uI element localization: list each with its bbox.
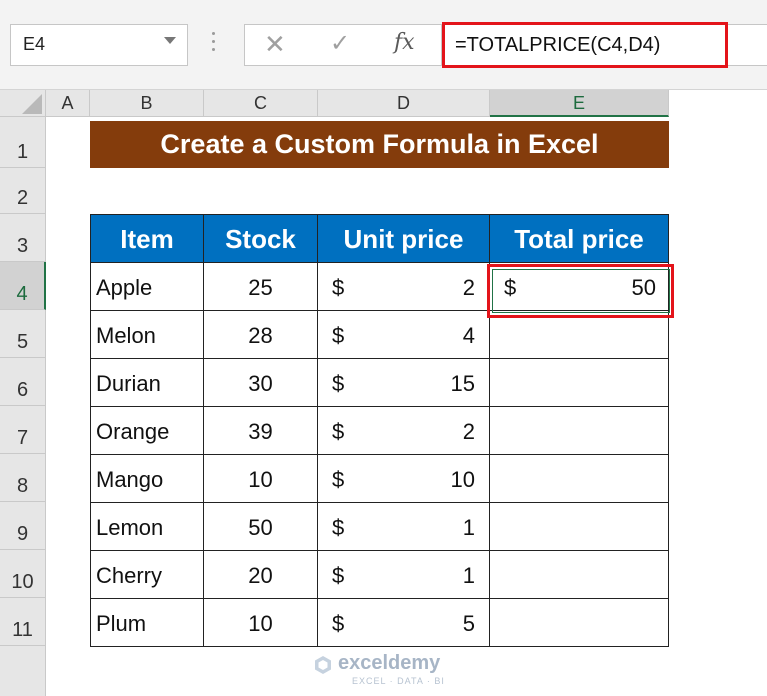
watermark-tagline: EXCEL · DATA · BI xyxy=(352,676,445,686)
cancel-icon[interactable]: ✕ xyxy=(264,30,286,58)
column-header-a[interactable]: A xyxy=(46,90,90,117)
select-all-triangle-icon xyxy=(22,94,42,114)
item-cell[interactable]: Orange xyxy=(90,407,204,455)
row-header-5[interactable]: 5 xyxy=(0,310,46,358)
currency-symbol: $ xyxy=(332,467,345,492)
item-cell[interactable]: Plum xyxy=(90,599,204,647)
total-price-cell-e4[interactable]: $ 50 xyxy=(496,272,666,310)
name-box[interactable]: E4 xyxy=(10,24,188,66)
unit-price-value: 5 xyxy=(462,611,475,636)
row-header-9[interactable]: 9 xyxy=(0,502,46,550)
unit-price-cell[interactable]: $1 xyxy=(318,503,490,551)
item-cell[interactable]: Mango xyxy=(90,455,204,503)
row-header-3[interactable]: 3 xyxy=(0,214,46,262)
watermark-name: exceldemy xyxy=(338,652,441,674)
formula-input[interactable]: =TOTALPRICE(C4,D4) xyxy=(442,22,728,68)
formula-input-extension[interactable] xyxy=(728,24,767,66)
row-header-8[interactable]: 8 xyxy=(0,454,46,502)
header-item[interactable]: Item xyxy=(90,214,204,263)
currency-symbol: $ xyxy=(332,419,345,444)
row-header-7[interactable]: 7 xyxy=(0,406,46,454)
unit-price-cell[interactable]: $2 xyxy=(318,407,490,455)
total-price-cell[interactable] xyxy=(490,599,669,647)
unit-price-value: 1 xyxy=(462,515,475,540)
row-header-10[interactable]: 10 xyxy=(0,550,46,598)
exceldemy-logo-icon xyxy=(315,656,331,674)
unit-price-cell[interactable]: $4 xyxy=(318,311,490,359)
total-price-cell[interactable] xyxy=(490,311,669,359)
currency-symbol: $ xyxy=(332,515,345,540)
cell-value: 50 xyxy=(631,275,656,300)
header-stock[interactable]: Stock xyxy=(204,214,318,263)
total-price-cell[interactable] xyxy=(490,455,669,503)
unit-price-value: 2 xyxy=(462,419,475,444)
stock-cell[interactable]: 25 xyxy=(204,263,318,311)
insert-function-icon[interactable]: fx xyxy=(394,28,415,58)
row-header-2[interactable]: 2 xyxy=(0,168,46,214)
unit-price-value: 1 xyxy=(462,563,475,588)
stock-cell[interactable]: 50 xyxy=(204,503,318,551)
stock-cell[interactable]: 10 xyxy=(204,599,318,647)
total-price-cell[interactable] xyxy=(490,359,669,407)
item-cell[interactable]: Cherry xyxy=(90,551,204,599)
currency-symbol: $ xyxy=(332,371,345,396)
sheet-title[interactable]: Create a Custom Formula in Excel xyxy=(90,121,669,168)
unit-price-cell[interactable]: $15 xyxy=(318,359,490,407)
stock-cell[interactable]: 39 xyxy=(204,407,318,455)
row-header-4[interactable]: 4 xyxy=(0,262,46,310)
item-cell[interactable]: Melon xyxy=(90,311,204,359)
stock-cell[interactable]: 30 xyxy=(204,359,318,407)
currency-symbol: $ xyxy=(332,611,345,636)
unit-price-value: 10 xyxy=(450,467,475,492)
stock-cell[interactable]: 20 xyxy=(204,551,318,599)
total-price-cell[interactable] xyxy=(490,551,669,599)
unit-price-cell[interactable]: $5 xyxy=(318,599,490,647)
drag-handle-icon[interactable] xyxy=(212,32,216,58)
total-price-cell[interactable] xyxy=(490,407,669,455)
name-box-dropdown-icon[interactable] xyxy=(164,37,176,44)
item-cell[interactable]: Lemon xyxy=(90,503,204,551)
unit-price-cell[interactable]: $10 xyxy=(318,455,490,503)
row-header-1[interactable]: 1 xyxy=(0,117,46,168)
watermark: exceldemy EXCEL · DATA · BI xyxy=(312,652,462,692)
unit-price-value: 2 xyxy=(462,275,475,300)
header-total-price[interactable]: Total price xyxy=(490,214,669,263)
row-header-11[interactable]: 11 xyxy=(0,598,46,646)
stock-cell[interactable]: 10 xyxy=(204,455,318,503)
item-cell[interactable]: Durian xyxy=(90,359,204,407)
unit-price-value: 15 xyxy=(450,371,475,396)
unit-price-cell[interactable]: $1 xyxy=(318,551,490,599)
column-header-d[interactable]: D xyxy=(318,90,490,117)
currency-symbol: $ xyxy=(332,323,345,348)
currency-symbol: $ xyxy=(332,275,345,300)
column-header-e[interactable]: E xyxy=(490,90,669,117)
header-unit-price[interactable]: Unit price xyxy=(318,214,490,263)
total-price-cell[interactable] xyxy=(490,503,669,551)
item-cell[interactable]: Apple xyxy=(90,263,204,311)
currency-symbol: $ xyxy=(332,563,345,588)
column-header-c[interactable]: C xyxy=(204,90,318,117)
row-header-6[interactable]: 6 xyxy=(0,358,46,406)
unit-price-cell[interactable]: $2 xyxy=(318,263,490,311)
currency-symbol: $ xyxy=(504,275,517,300)
row-header-empty xyxy=(0,646,46,696)
unit-price-value: 4 xyxy=(462,323,475,348)
column-header-b[interactable]: B xyxy=(90,90,204,117)
stock-cell[interactable]: 28 xyxy=(204,311,318,359)
enter-icon[interactable]: ✓ xyxy=(330,30,350,58)
